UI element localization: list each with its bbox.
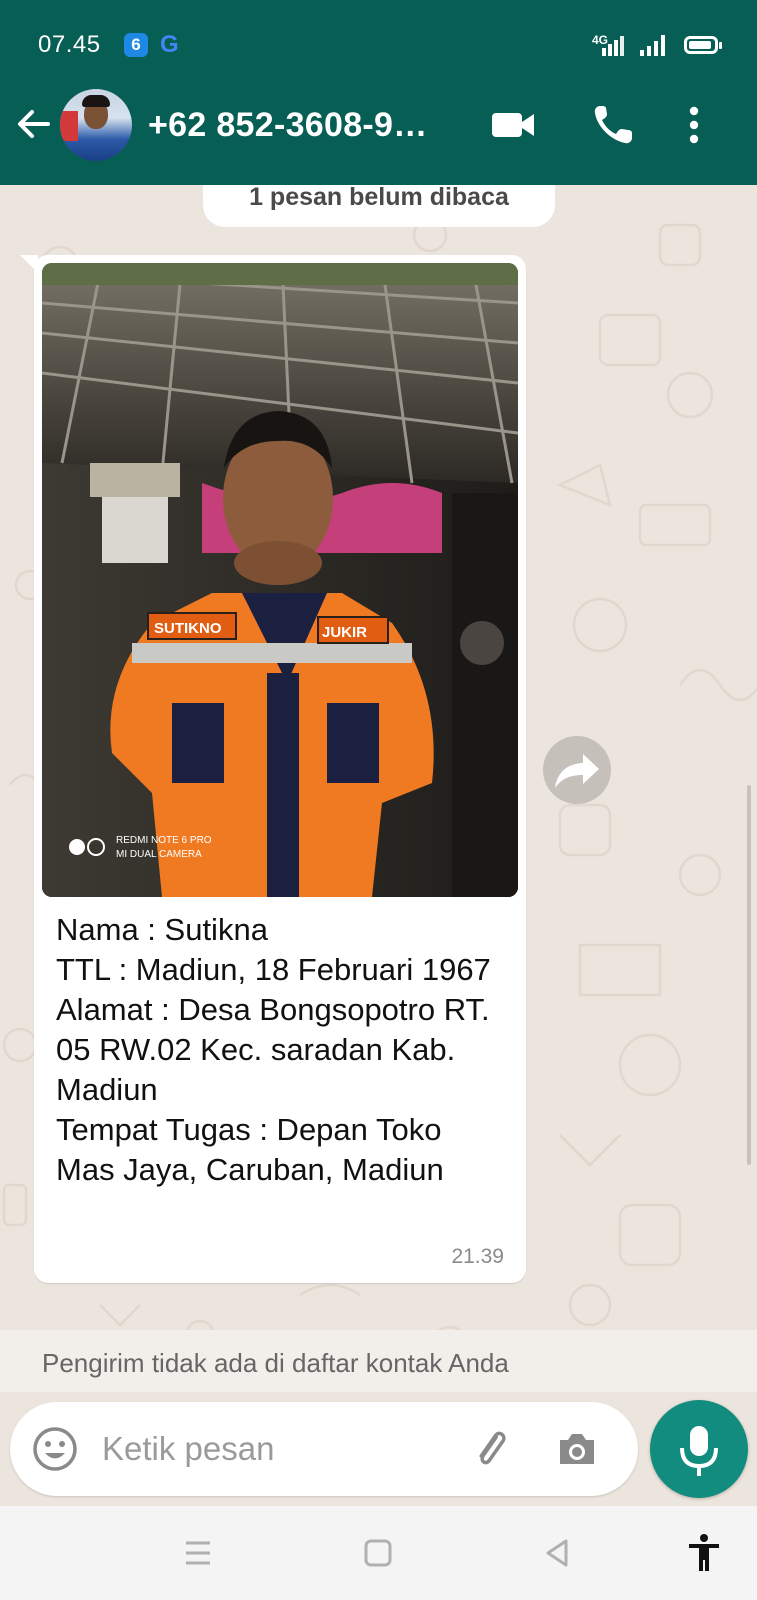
message-caption: Nama : Sutikna TTL : Madiun, 18 Februari… <box>56 910 506 1190</box>
unknown-sender-notice: Pengirim tidak ada di daftar kontak Anda <box>0 1330 757 1392</box>
caption-line: TTL : Madiun, 18 Februari 1967 <box>56 952 491 987</box>
chat-scrollbar[interactable] <box>747 785 751 1165</box>
message-input[interactable]: Ketik pesan <box>102 1430 274 1468</box>
video-call-icon[interactable] <box>488 100 538 150</box>
caption-line: Alamat : Desa Bongsopotro RT. 05 RW.02 K… <box>56 992 490 1107</box>
message-photo[interactable]: SUTIKNO JUKIR REDMI NOTE 6 PRO MI DUAL C… <box>42 263 518 897</box>
signal-icon <box>602 34 624 56</box>
back-icon[interactable] <box>536 1531 580 1575</box>
mic-icon[interactable] <box>650 1400 748 1498</box>
caption-line: Nama : Sutikna <box>56 912 268 947</box>
avatar[interactable] <box>60 89 132 161</box>
camera-icon[interactable] <box>552 1424 602 1474</box>
caption-line: Tempat Tugas : Depan Toko Mas Jaya, Caru… <box>56 1112 444 1187</box>
message-time: 21.39 <box>451 1245 504 1268</box>
message-composer[interactable]: Ketik pesan <box>10 1402 638 1496</box>
unread-indicator: 1 pesan belum dibaca <box>203 185 555 227</box>
photo-watermark-line2: MI DUAL CAMERA <box>116 849 202 860</box>
back-arrow-icon[interactable] <box>14 104 54 144</box>
photo-watermark-line1: REDMI NOTE 6 PRO <box>116 835 212 846</box>
voice-call-icon[interactable] <box>588 100 638 150</box>
photo-patch-left: SUTIKNO <box>154 620 222 637</box>
status-time: 07.45 <box>38 31 101 58</box>
status-bar: 07.45 6 G 4G <box>0 0 757 66</box>
wifi-signal-icon <box>640 34 666 56</box>
recent-apps-icon[interactable] <box>176 1531 220 1575</box>
app-notification-icon: 6 <box>124 33 148 57</box>
google-icon: G <box>160 31 179 58</box>
message-bubble[interactable]: SUTIKNO JUKIR REDMI NOTE 6 PRO MI DUAL C… <box>34 255 526 1283</box>
more-options-icon[interactable] <box>674 100 714 150</box>
accessibility-icon[interactable] <box>682 1531 726 1575</box>
forward-icon[interactable] <box>543 736 611 804</box>
system-nav-bar <box>0 1506 757 1600</box>
emoji-icon[interactable] <box>32 1426 78 1472</box>
chat-area[interactable]: 1 pesan belum dibaca SUTIKNO JUKIR REDMI… <box>0 185 757 1390</box>
contact-name[interactable]: +62 852-3608-9… <box>148 106 458 145</box>
battery-icon <box>684 36 722 54</box>
home-icon[interactable] <box>356 1531 400 1575</box>
chat-header: +62 852-3608-9… <box>0 66 757 185</box>
attach-icon[interactable] <box>468 1424 516 1472</box>
photo-patch-right: JUKIR <box>322 624 367 641</box>
